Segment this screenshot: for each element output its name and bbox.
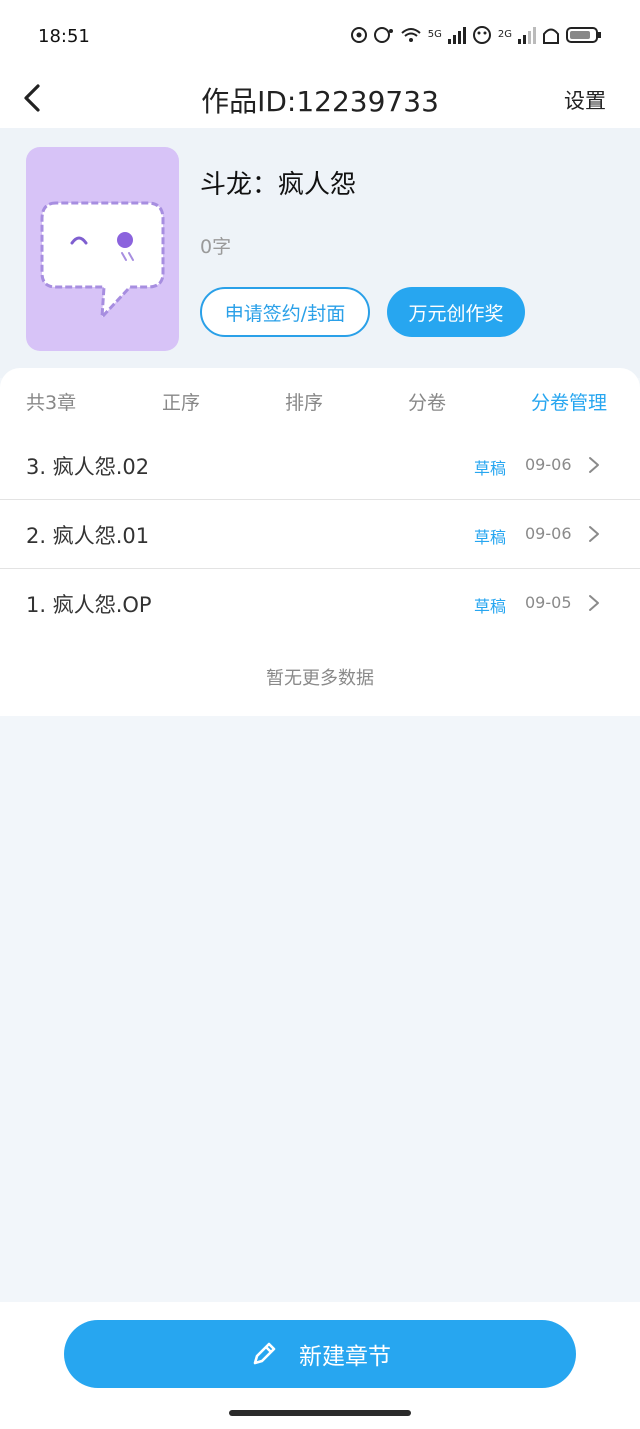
network-2g-label: 2G [497,29,512,40]
book-title: 斗龙：疯人怨 [200,170,357,200]
battery-icon [566,27,601,43]
tab-order[interactable]: 正序 [162,388,200,415]
chapter-status: 草稿 [474,459,507,478]
navbar: 作品ID:12239733 设置 [0,70,640,128]
sticker-icon [472,26,491,44]
tab-volume-manage[interactable]: 分卷管理 [531,388,607,415]
creation-award-button[interactable]: 万元创作奖 [387,287,525,337]
tab-sort[interactable]: 排序 [285,388,323,415]
home-indicator[interactable] [229,1410,411,1416]
chapter-date: 09-05 [525,593,572,612]
notification-icon [350,27,367,43]
status-icons: 5G 2G [350,24,602,46]
chapter-row[interactable]: 2. 疯人怨.01 草稿 09-06 [0,500,640,569]
no-more-data-text: 暂无更多数据 [266,668,374,689]
chapter-title: 3. 疯人怨.02 [26,455,150,479]
book-cover[interactable] [26,147,179,351]
chapter-row[interactable]: 1. 疯人怨.OP 草稿 09-05 [0,569,640,638]
chapter-title: 1. 疯人怨.OP [26,593,152,617]
pencil-icon [253,1342,276,1365]
chevron-right-icon [589,595,599,611]
book-header: 斗龙：疯人怨 0字 申请签约/封面 万元创作奖 [0,128,640,378]
chat-bubble-icon [40,201,165,322]
apply-sign-cover-button[interactable]: 申请签约/封面 [200,287,370,337]
status-bar: 18:51 5G 2G [0,0,640,70]
new-chapter-label: 新建章节 [299,1344,391,1370]
app-notification-icon [373,27,393,43]
status-time: 18:51 [38,26,90,47]
page-title: 作品ID:12239733 [201,85,439,118]
settings-button[interactable]: 设置 [564,85,606,115]
new-chapter-button[interactable]: 新建章节 [64,1320,576,1388]
network-5g-label: 5G [427,29,442,40]
chevron-right-icon [589,457,599,473]
signal-strength-icon [447,26,466,44]
signal-strength-2-icon [518,26,536,44]
chapter-count: 共3章 [26,392,77,414]
ghost-icon [543,28,559,44]
chevron-right-icon [589,526,599,542]
chapter-list-panel: 共3章 正序 排序 分卷 分卷管理 3. 疯人怨.02 草稿 09-06 2. … [0,368,640,716]
chapter-status: 草稿 [474,597,507,616]
chapter-row[interactable]: 3. 疯人怨.02 草稿 09-06 [0,431,640,500]
tab-volume[interactable]: 分卷 [408,388,446,415]
chapter-date: 09-06 [525,524,572,543]
wifi-icon [401,28,421,42]
chapter-status: 草稿 [474,528,507,547]
chapter-title: 2. 疯人怨.01 [26,524,150,548]
chapter-date: 09-06 [525,455,572,474]
word-count: 0字 [200,236,232,258]
list-toolbar: 共3章 正序 排序 分卷 分卷管理 [0,368,640,432]
